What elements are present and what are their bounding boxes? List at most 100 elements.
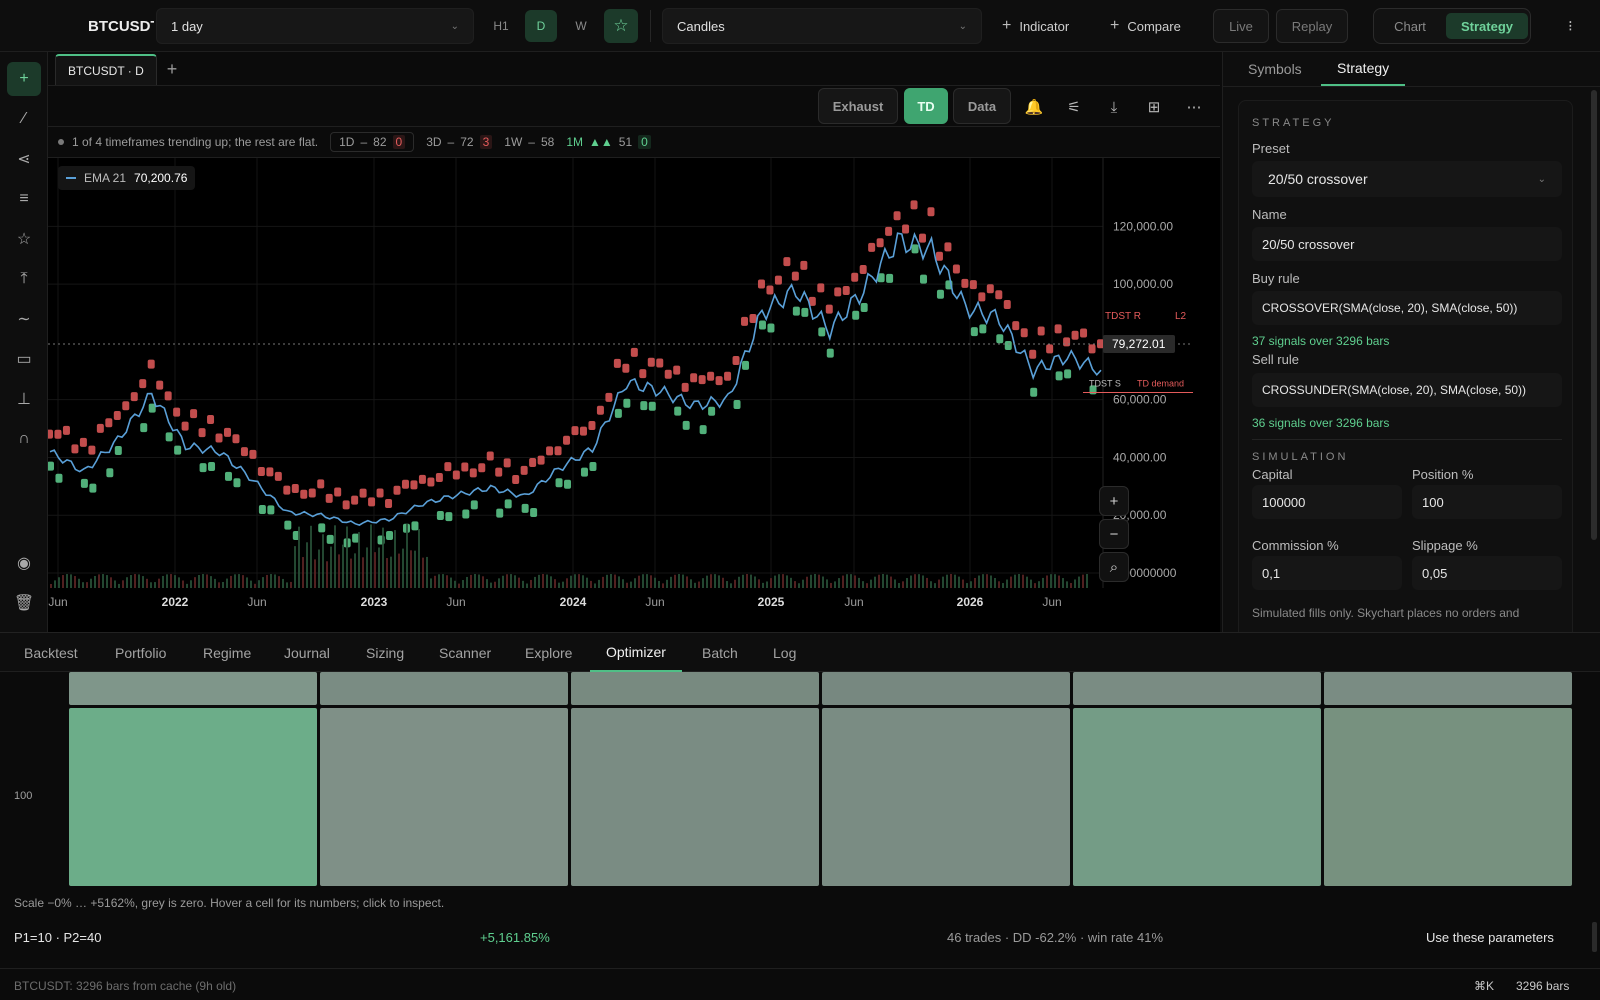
td-sell-marker — [588, 420, 596, 430]
tf-chip-1m[interactable]: 1M ▲▲ 51 0 — [566, 135, 651, 149]
heatmap-cell[interactable] — [822, 708, 1070, 886]
use-parameters-button[interactable]: Use these parameters — [1426, 930, 1554, 945]
add-tab-icon[interactable]: + — [160, 57, 184, 81]
trash-icon[interactable]: 🗑 — [7, 586, 41, 620]
volume-bar — [758, 579, 760, 588]
tab-backtest[interactable]: Backtest — [24, 633, 78, 672]
tab-log[interactable]: Log — [773, 633, 796, 672]
volume-bar — [1054, 574, 1056, 588]
wave-icon[interactable]: ∼ — [7, 302, 41, 336]
tab-strategy-panel[interactable]: Strategy — [1321, 52, 1406, 86]
capital-input[interactable]: 100000 — [1252, 485, 1402, 519]
tf-chip-count: 0 — [638, 135, 651, 149]
price-chart[interactable]: 120,000.00 100,000.00 60,000.00 40,000.00 20… — [48, 158, 1220, 632]
heatmap-cell[interactable] — [1073, 708, 1321, 886]
buy-rule-input[interactable]: CROSSOVER(SMA(close, 20), SMA(close, 50)… — [1252, 291, 1562, 325]
bell-icon[interactable]: 🔔 — [1021, 94, 1047, 120]
tf-chip-1w[interactable]: 1W – 58 — [504, 135, 554, 149]
layout-grid-icon[interactable]: ⊞ — [1141, 94, 1167, 120]
volume-bar — [638, 575, 640, 588]
volume-bar — [558, 582, 560, 588]
zoom-search-icon[interactable]: ⌕ — [1099, 552, 1129, 582]
panel-scrollbar[interactable] — [1591, 90, 1597, 540]
more-icon[interactable]: ⋯ — [1181, 94, 1207, 120]
volume-bar — [314, 559, 316, 588]
data-button[interactable]: Data — [953, 88, 1011, 124]
favorite-star-icon[interactable]: ☆ — [604, 9, 638, 43]
volume-bar — [266, 574, 268, 588]
volume-bar — [826, 579, 828, 588]
chart-tab[interactable]: BTCUSDT · D — [55, 54, 157, 85]
heatmap-cell[interactable] — [320, 672, 568, 705]
zoom-in-button[interactable]: + — [1099, 486, 1129, 516]
heatmap-cell[interactable] — [1324, 672, 1572, 705]
volume-bar — [618, 576, 620, 588]
download-icon[interactable]: ⤓ — [1101, 94, 1127, 120]
ema-legend[interactable]: EMA 21 70,200.76 — [58, 166, 196, 190]
heatmap-cell[interactable] — [69, 672, 317, 705]
td-sell-marker — [181, 421, 189, 431]
exhaust-button[interactable]: Exhaust — [818, 88, 898, 124]
tab-optimizer[interactable]: Optimizer — [590, 633, 682, 672]
overflow-menu-icon[interactable]: ⁝ — [1568, 14, 1573, 38]
sell-rule-input[interactable]: CROSSUNDER(SMA(close, 20), SMA(close, 50… — [1252, 373, 1562, 407]
eye-icon[interactable]: ◉ — [7, 546, 41, 580]
compare-button[interactable]: + Compare — [1110, 14, 1181, 38]
indicator-button[interactable]: + Indicator — [1002, 14, 1069, 38]
zoom-out-button[interactable]: − — [1099, 519, 1129, 549]
heatmap-cell[interactable] — [1073, 672, 1321, 705]
timeframe-d-button[interactable]: D — [525, 10, 557, 42]
interval-select[interactable]: 1 day ⌄ — [156, 8, 474, 44]
td-sell-marker — [537, 455, 545, 465]
heatmap-cell[interactable] — [1324, 708, 1572, 886]
sliders-icon[interactable]: ⚟ — [1061, 94, 1087, 120]
upload-icon[interactable]: ⤒ — [7, 262, 41, 296]
timeframe-h1-button[interactable]: H1 — [485, 10, 517, 42]
tab-regime[interactable]: Regime — [203, 633, 251, 672]
fork-icon[interactable]: ⋖ — [7, 142, 41, 176]
td-buy-marker — [767, 323, 775, 333]
td-sell-marker — [605, 392, 613, 402]
results-scrollbar[interactable] — [1592, 922, 1597, 952]
tf-chip-1d[interactable]: 1D – 82 0 — [330, 132, 415, 152]
tab-journal[interactable]: Journal — [284, 633, 330, 672]
tf-chip-3d[interactable]: 3D – 72 3 — [426, 135, 493, 149]
name-input[interactable]: 20/50 crossover — [1252, 227, 1562, 261]
replay-button[interactable]: Replay — [1276, 9, 1348, 43]
fib-lines-icon[interactable]: ≡ — [7, 182, 41, 216]
heatmap-cell[interactable] — [69, 708, 317, 886]
tab-sizing[interactable]: Sizing — [366, 633, 404, 672]
crosshair-icon[interactable]: + — [7, 62, 41, 96]
live-button[interactable]: Live — [1213, 9, 1269, 43]
commission-input[interactable]: 0,1 — [1252, 556, 1402, 590]
position-input[interactable]: 100 — [1412, 485, 1562, 519]
command-shortcut[interactable]: ⌘K — [1474, 979, 1494, 993]
tab-strategy[interactable]: Strategy — [1446, 13, 1528, 39]
tab-explore[interactable]: Explore — [525, 633, 572, 672]
heatmap-cell[interactable] — [822, 672, 1070, 705]
td-sell-marker — [732, 355, 740, 365]
star-icon[interactable]: ☆ — [7, 222, 41, 256]
chart-type-select[interactable]: Candles ⌄ — [662, 8, 982, 44]
td-button[interactable]: TD — [904, 88, 948, 124]
td-buy-marker — [199, 463, 207, 473]
preset-select[interactable]: 20/50 crossover ⌄ — [1252, 161, 1562, 197]
volume-bar — [626, 582, 628, 588]
volume-bar — [362, 557, 364, 588]
tab-scanner[interactable]: Scanner — [439, 633, 491, 672]
magnet-icon[interactable]: ∩ — [7, 422, 41, 456]
tab-portfolio[interactable]: Portfolio — [115, 633, 166, 672]
heatmap-cell[interactable] — [571, 708, 819, 886]
trend-line-icon[interactable]: ⁄ — [7, 102, 41, 136]
tab-batch[interactable]: Batch — [702, 633, 738, 672]
heatmap-cell[interactable] — [320, 708, 568, 886]
volume-bar — [106, 575, 108, 588]
rectangle-icon[interactable]: ▭ — [7, 342, 41, 376]
heatmap-cell[interactable] — [571, 672, 819, 705]
symbol-title[interactable]: BTCUSDT — [88, 14, 154, 38]
slippage-input[interactable]: 0,05 — [1412, 556, 1562, 590]
timeframe-w-button[interactable]: W — [565, 10, 597, 42]
measure-icon[interactable]: ⊥ — [7, 382, 41, 416]
tab-chart[interactable]: Chart — [1378, 13, 1442, 39]
tab-symbols[interactable]: Symbols — [1248, 52, 1302, 86]
